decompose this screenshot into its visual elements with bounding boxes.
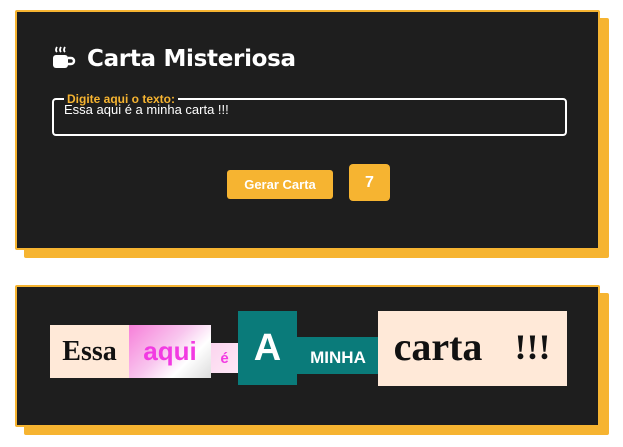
result-card: Essa aqui é A MINHA carta !!! [15, 285, 600, 427]
text-input[interactable] [62, 101, 561, 118]
card-word: MINHA [297, 337, 379, 374]
editor-card: Carta Misteriosa Digite aqui o texto: Ge… [15, 10, 600, 250]
page-title: Carta Misteriosa [87, 46, 296, 72]
generate-card-button[interactable]: Gerar Carta [227, 170, 333, 199]
header: Carta Misteriosa [51, 46, 296, 72]
word-count-badge: 7 [349, 164, 390, 201]
card-word: !!! [498, 311, 567, 386]
card-word: aqui [129, 325, 211, 378]
coffee-cup-icon [51, 46, 77, 72]
card-word: carta [378, 311, 498, 386]
card-word: Essa [50, 325, 129, 378]
card-word: A [238, 311, 297, 385]
card-word: é [211, 343, 238, 373]
text-field: Digite aqui o texto: [52, 92, 567, 136]
